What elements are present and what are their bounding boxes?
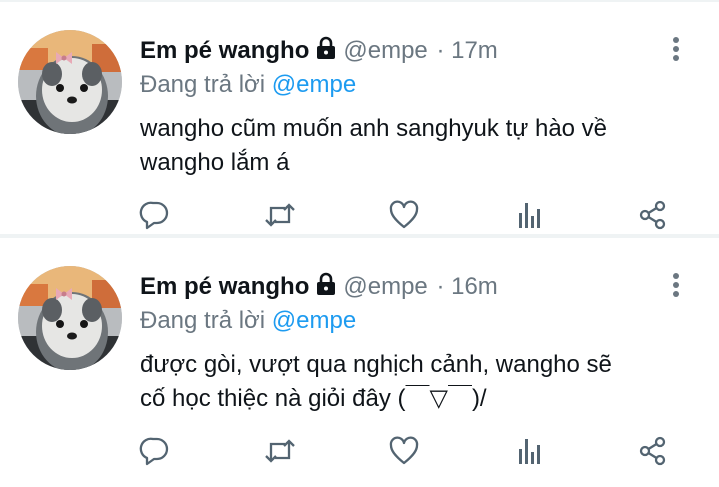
author-name[interactable]: Em pé wangho: [140, 37, 309, 64]
reply-icon[interactable]: [138, 434, 172, 468]
reply-mention-link[interactable]: @empe: [272, 71, 356, 98]
avatar[interactable]: [18, 30, 122, 134]
reply-prefix: Đang trả lời: [140, 71, 266, 98]
stats-icon[interactable]: [512, 434, 546, 468]
tweet-time[interactable]: · 16m: [436, 273, 497, 300]
tweet[interactable]: Em pé wangho @empe · 17m Đang trả lời @em…: [0, 2, 719, 238]
author-handle[interactable]: @empe: [343, 273, 427, 300]
stats-icon[interactable]: [512, 198, 546, 232]
more-vertical-icon[interactable]: [664, 270, 688, 304]
reply-icon[interactable]: [138, 198, 172, 232]
heart-icon[interactable]: [387, 434, 421, 468]
tweet-header: Em pé wangho @empe · 17m: [140, 36, 498, 68]
retweet-icon[interactable]: [263, 434, 297, 468]
tweet-time[interactable]: · 17m: [436, 37, 497, 64]
more-vertical-icon[interactable]: [664, 34, 688, 68]
reply-prefix: Đang trả lời: [140, 307, 266, 334]
lock-icon: [315, 36, 337, 68]
reply-context: Đang trả lời @empe: [140, 70, 356, 100]
lock-icon: [315, 272, 337, 304]
tweet-text: được gòi, vượt qua nghịch cảnh, wangho s…: [140, 351, 612, 412]
avatar[interactable]: [18, 266, 122, 370]
tweet-actions: [0, 198, 719, 232]
reply-context: Đang trả lời @empe: [140, 306, 356, 336]
tweet-text: wangho cũm muốn anh sanghyuk tự hào về w…: [140, 115, 608, 176]
tweet[interactable]: Em pé wangho @empe · 16m Đang trả lời @em…: [0, 238, 719, 478]
tweet-header: Em pé wangho @empe · 16m: [140, 272, 498, 304]
share-icon[interactable]: [636, 434, 670, 468]
penguin-avatar-image: [18, 266, 122, 370]
reply-mention-link[interactable]: @empe: [272, 307, 356, 334]
author-handle[interactable]: @empe: [343, 37, 427, 64]
share-icon[interactable]: [636, 198, 670, 232]
retweet-icon[interactable]: [263, 198, 297, 232]
penguin-avatar-image: [18, 30, 122, 134]
tweet-actions: [0, 434, 719, 468]
heart-icon[interactable]: [387, 198, 421, 232]
author-name[interactable]: Em pé wangho: [140, 273, 309, 300]
